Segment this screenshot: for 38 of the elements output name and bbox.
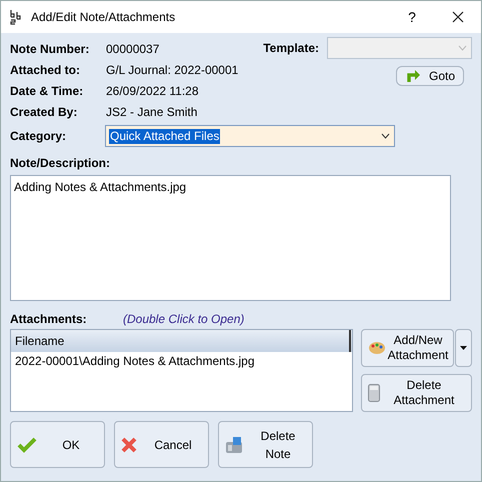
delete-attachment-button[interactable]: Delete Attachment	[361, 374, 472, 412]
palette-icon	[368, 340, 386, 356]
field-value: G/L Journal: 2022-00001	[106, 62, 238, 78]
app-logo-icon	[9, 9, 23, 25]
delete-note-button[interactable]: Delete Note	[218, 421, 313, 468]
list-row[interactable]: 2022-00001\Adding Notes & Attachments.jpg	[11, 352, 352, 370]
attachments-list[interactable]: Filename 2022-00001\Adding Notes & Attachments.jpg	[10, 329, 353, 412]
calculator-icon	[368, 384, 380, 402]
window-title: Add/Edit Note/Attachments	[31, 9, 176, 26]
field-value: 26/09/2022 11:28	[106, 82, 199, 100]
dropdown-button[interactable]	[455, 329, 472, 367]
field-value: 00000037	[106, 40, 160, 58]
field-label: Template:	[263, 40, 319, 57]
fax-icon	[225, 436, 243, 454]
note-textarea[interactable]: Adding Notes & Attachments.jpg	[10, 175, 451, 301]
field-label: Date & Time:	[10, 82, 84, 100]
caret-icon	[460, 346, 467, 350]
field-value: JS2 - Jane Smith	[106, 104, 198, 120]
hint-text: (Double Click to Open)	[123, 311, 244, 328]
category-dropdown[interactable]: Quick Attached Files	[105, 125, 395, 147]
cross-icon	[121, 436, 137, 452]
field-label: Note Number:	[10, 40, 90, 58]
field-label: Attachments:	[10, 311, 88, 328]
close-icon	[452, 11, 464, 23]
chevron-icon	[381, 133, 390, 139]
chevron-icon	[458, 45, 467, 51]
goto-button[interactable]: Goto	[396, 66, 464, 86]
ok-button[interactable]: OK	[10, 421, 105, 468]
field-label: Attached to:	[10, 62, 81, 78]
cancel-button[interactable]: Cancel	[114, 421, 209, 468]
return-arrow-icon	[404, 69, 421, 83]
add-attachment-button[interactable]: Add/New Attachment	[361, 329, 454, 367]
field-label: Note/Description:	[10, 155, 112, 172]
column-header[interactable]: Filename	[11, 330, 351, 352]
field-label: Category:	[10, 128, 68, 145]
check-icon	[17, 436, 37, 452]
field-label: Created By:	[10, 104, 78, 120]
help-button[interactable]: ?	[389, 1, 435, 33]
